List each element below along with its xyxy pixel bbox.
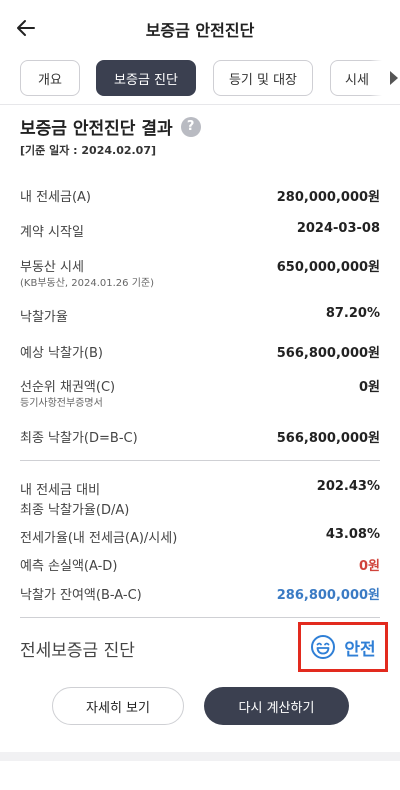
header-divider bbox=[0, 104, 400, 105]
tab-registry[interactable]: 등기 및 대장 bbox=[213, 60, 313, 96]
row-value: 202.43% bbox=[316, 479, 380, 494]
result-title: 보증금 안전진단 결과 ? bbox=[20, 114, 201, 139]
tab-deposit-diagnosis[interactable]: 보증금 진단 bbox=[96, 60, 196, 96]
row-label: 내 전세금(A) bbox=[20, 190, 92, 205]
diagnosis-status: 안전 bbox=[298, 622, 388, 672]
result-title-text: 보증금 안전진단 결과 bbox=[20, 119, 173, 139]
row-label: 부동산 시세 bbox=[20, 260, 84, 275]
row-label: 전세가율(내 전세금(A)/시세) bbox=[20, 531, 178, 546]
row-label: 최종 낙찰가(D=B-C) bbox=[20, 431, 138, 446]
diagnosis-status-text: 안전 bbox=[344, 639, 376, 660]
row-value: 87.20% bbox=[325, 306, 380, 321]
row-value: 43.08% bbox=[325, 527, 380, 542]
row-sublabel: (KB부동산, 2024.01.26 기준) bbox=[20, 278, 155, 289]
section-divider bbox=[20, 617, 380, 618]
recalculate-button[interactable]: 다시 계산하기 bbox=[204, 687, 349, 725]
tab-scroll-right[interactable] bbox=[370, 60, 400, 96]
view-detail-button[interactable]: 자세히 보기 bbox=[52, 687, 184, 725]
base-date: [기준 일자 : 2024.02.07] bbox=[20, 144, 157, 157]
row-value: 280,000,000원 bbox=[276, 190, 380, 205]
row-value: 566,800,000원 bbox=[276, 346, 380, 361]
row-value: 0원 bbox=[358, 380, 380, 395]
row-label: 낙찰가율 bbox=[20, 310, 68, 325]
row-value: 650,000,000원 bbox=[276, 260, 380, 275]
row-sublabel: 등기사항전부증명서 bbox=[20, 398, 103, 409]
row-label: 예측 손실액(A-D) bbox=[20, 559, 118, 574]
page-title: 보증금 안전진단 bbox=[145, 21, 255, 40]
row-label: 내 전세금 대비 bbox=[20, 483, 101, 498]
chevron-right-icon bbox=[390, 71, 398, 85]
row-label: 낙찰가 잔여액(B-A-C) bbox=[20, 588, 142, 603]
help-icon[interactable]: ? bbox=[180, 116, 201, 137]
row-label: 계약 시작일 bbox=[20, 225, 84, 240]
row-label: 선순위 채권액(C) bbox=[20, 380, 116, 395]
footer-band bbox=[0, 752, 400, 761]
smile-face-icon bbox=[311, 635, 336, 659]
app-header: 보증금 안전진단 bbox=[0, 0, 400, 56]
section-divider bbox=[20, 460, 380, 461]
tab-bar: 개요 보증금 진단 등기 및 대장 시세 bbox=[20, 60, 400, 96]
tab-overview[interactable]: 개요 bbox=[20, 60, 80, 96]
row-value: 286,800,000원 bbox=[276, 588, 380, 603]
diagnosis-label: 전세보증금 진단 bbox=[20, 641, 135, 661]
row-value: 2024-03-08 bbox=[296, 221, 380, 236]
row-label: 예상 낙찰가(B) bbox=[20, 346, 103, 361]
row-value: 0원 bbox=[358, 559, 380, 574]
row-label-line2: 최종 낙찰가율(D/A) bbox=[20, 503, 130, 518]
row-value: 566,800,000원 bbox=[276, 431, 380, 446]
